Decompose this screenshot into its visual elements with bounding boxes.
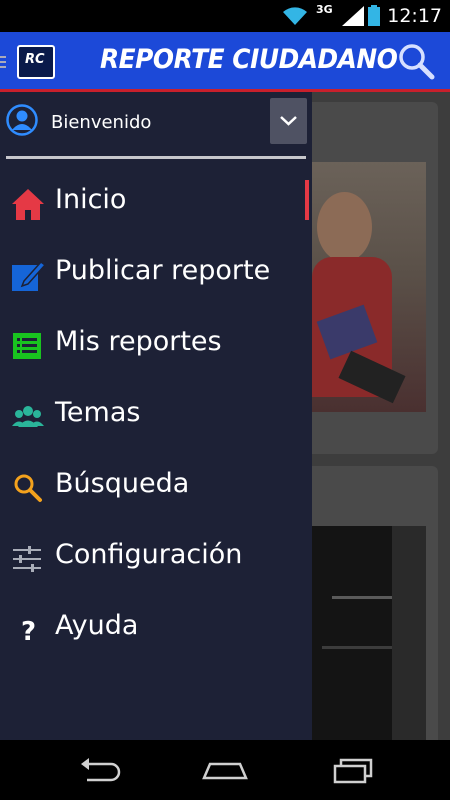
welcome-label: Bienvenido [51, 112, 152, 133]
user-avatar-icon [6, 104, 38, 136]
menu-item-mis-reportes[interactable]: Mis reportes [0, 314, 312, 376]
signal-icon [342, 6, 364, 26]
search-icon [14, 474, 42, 502]
report-photo[interactable] [312, 526, 426, 746]
search-button[interactable] [396, 42, 436, 82]
menu-item-temas[interactable]: Temas [0, 385, 312, 447]
app-logo-text: RC [25, 52, 45, 67]
menu-item-ayuda[interactable]: ? Ayuda [0, 598, 312, 660]
app-bar: RC REPORTE CIUDADANO [0, 32, 450, 92]
menu-item-busqueda[interactable]: Búsqueda [0, 456, 312, 518]
account-expand-button[interactable] [270, 98, 307, 144]
menu-item-label: Temas [55, 397, 141, 428]
edit-icon [12, 260, 46, 291]
screen: 3G 12:17 RC REPORTE CIUDADANO Bienvenido… [0, 0, 450, 800]
menu-item-inicio[interactable]: Inicio [0, 172, 312, 234]
menu-item-label: Mis reportes [55, 326, 222, 357]
list-icon [13, 333, 41, 359]
wifi-icon [283, 7, 307, 25]
recent-apps-button[interactable] [327, 754, 377, 786]
home-button[interactable] [200, 754, 250, 786]
chevron-down-icon [280, 116, 297, 126]
battery-icon [368, 5, 380, 26]
drawer-header: Bienvenido [0, 92, 312, 160]
group-icon [12, 406, 44, 427]
menu-item-configuracion[interactable]: Configuración [0, 527, 312, 589]
menu-item-publicar-reporte[interactable]: Publicar reporte [0, 243, 312, 305]
help-icon: ? [21, 617, 36, 647]
drawer-toggle-icon[interactable] [0, 56, 6, 70]
system-navigation-bar [0, 740, 450, 800]
back-button[interactable] [75, 754, 125, 786]
status-bar: 3G 12:17 [0, 0, 450, 32]
menu-item-label: Búsqueda [55, 468, 190, 499]
svg-text:?: ? [21, 617, 36, 647]
menu-item-label: Publicar reporte [55, 255, 271, 286]
app-logo[interactable]: RC [17, 45, 55, 79]
navigation-drawer: Bienvenido Inicio Publicar reporte Mis r… [0, 92, 312, 740]
network-type: 3G [316, 3, 333, 16]
settings-sliders-icon [13, 546, 41, 572]
clock: 12:17 [387, 5, 442, 27]
menu-item-label: Inicio [55, 184, 127, 215]
app-title: REPORTE CIUDADANO [100, 44, 398, 75]
divider [6, 156, 306, 159]
menu-item-label: Configuración [55, 539, 243, 570]
home-icon [12, 189, 44, 220]
report-photo[interactable] [312, 162, 426, 412]
menu-item-label: Ayuda [55, 610, 139, 641]
